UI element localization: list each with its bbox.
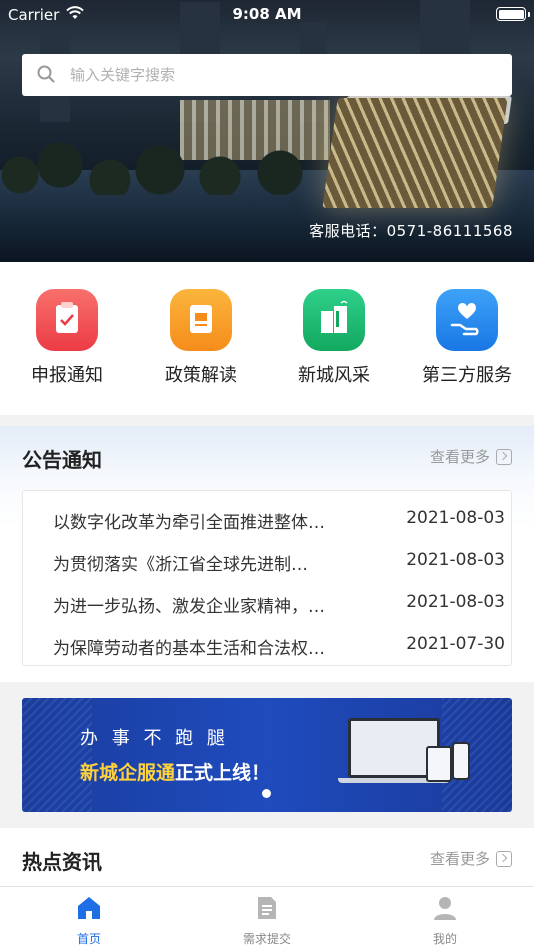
notice-list: 以数字化改革为牵引全面推进整体… 2021-08-03 为贯彻落实《浙江省全球先… <box>22 490 512 666</box>
document-icon <box>258 897 276 919</box>
promo-slogan: 办 事 不 跑 腿 <box>80 728 229 749</box>
hotline-text: 客服电话：0571-86111568 <box>309 222 513 240</box>
notice-date: 2021-08-03 <box>406 592 505 612</box>
tab-home[interactable]: 首页 <box>29 895 149 947</box>
quick-entry-label: 申报通知 <box>31 365 103 386</box>
notice-title: 以数字化改革为牵引全面推进整体… <box>53 513 325 533</box>
list-item[interactable]: 为保障劳动者的基本生活和合法权… 2021-07-30 <box>23 625 513 667</box>
tab-bar: 首页 需求提交 我的 <box>0 886 534 950</box>
quick-entry-declaration[interactable]: 申报通知 <box>12 289 122 387</box>
buildings-icon <box>303 289 365 351</box>
phone-image <box>452 742 470 780</box>
notice-section: 公告通知 查看更多 以数字化改革为牵引全面推进整体… 2021-08-03 为贯… <box>0 426 534 682</box>
promo-headline: 新城企服通正式上线！ <box>80 762 271 784</box>
notice-title: 为进一步弘扬、激发企业家精神，… <box>53 597 325 617</box>
more-label: 查看更多 <box>429 850 490 868</box>
carousel-indicator[interactable] <box>262 789 271 798</box>
tab-label: 首页 <box>76 932 101 946</box>
quick-entry-label: 新城风采 <box>298 365 370 386</box>
bullet-icon <box>35 556 40 566</box>
tab-label: 需求提交 <box>242 932 291 946</box>
tablet-image <box>426 746 452 782</box>
notice-date: 2021-08-03 <box>406 508 505 528</box>
chevron-right-icon <box>496 448 512 465</box>
clock: 9:08 AM <box>232 5 302 23</box>
quick-entry-label: 政策解读 <box>165 365 237 386</box>
home-icon <box>78 897 100 919</box>
list-item[interactable]: 为贯彻落实《浙江省全球先进制… 2021-08-03 <box>23 541 513 583</box>
promo-carousel[interactable]: 办 事 不 跑 腿 新城企服通正式上线！ <box>22 698 512 812</box>
hand-heart-icon <box>436 289 498 351</box>
battery-icon <box>496 7 530 21</box>
document-icon <box>170 289 232 351</box>
search-input[interactable] <box>70 54 500 96</box>
quick-entry-grid: 申报通知 政策解读 新城风采 第三方服务 <box>0 262 534 415</box>
tab-label: 我的 <box>432 932 457 946</box>
status-bar: Carrier 9:08 AM <box>0 0 534 30</box>
search-icon <box>37 65 55 83</box>
bullet-icon <box>35 514 40 524</box>
search-bar[interactable] <box>22 54 512 96</box>
user-icon <box>434 897 456 920</box>
landmark-building <box>322 98 508 208</box>
quick-entry-showcase[interactable]: 新城风采 <box>279 289 389 387</box>
bullet-icon <box>35 598 40 608</box>
clipboard-check-icon <box>36 289 98 351</box>
section-title: 公告通知 <box>22 448 102 472</box>
notice-title: 为贯彻落实《浙江省全球先进制… <box>53 555 308 575</box>
quick-entry-policy[interactable]: 政策解读 <box>146 289 256 387</box>
tab-requests[interactable]: 需求提交 <box>207 895 327 947</box>
quick-entry-label: 第三方服务 <box>422 365 512 386</box>
hot-news-more-link[interactable]: 查看更多 <box>430 848 512 869</box>
chevron-right-icon <box>496 850 512 867</box>
bullet-icon <box>35 640 40 650</box>
notice-title: 为保障劳动者的基本生活和合法权… <box>53 639 325 659</box>
list-item[interactable]: 以数字化改革为牵引全面推进整体… 2021-08-03 <box>23 499 513 541</box>
notices-more-link[interactable]: 查看更多 <box>430 446 512 467</box>
tab-profile[interactable]: 我的 <box>385 895 505 947</box>
more-label: 查看更多 <box>429 448 490 466</box>
quick-entry-third-party[interactable]: 第三方服务 <box>412 289 522 387</box>
section-title: 热点资讯 <box>22 850 102 874</box>
trees <box>0 135 330 195</box>
notice-date: 2021-08-03 <box>406 550 505 570</box>
list-item[interactable]: 为进一步弘扬、激发企业家精神，… 2021-08-03 <box>23 583 513 625</box>
hot-news-section: 热点资讯 查看更多 <box>0 828 534 888</box>
notice-date: 2021-07-30 <box>406 634 505 654</box>
